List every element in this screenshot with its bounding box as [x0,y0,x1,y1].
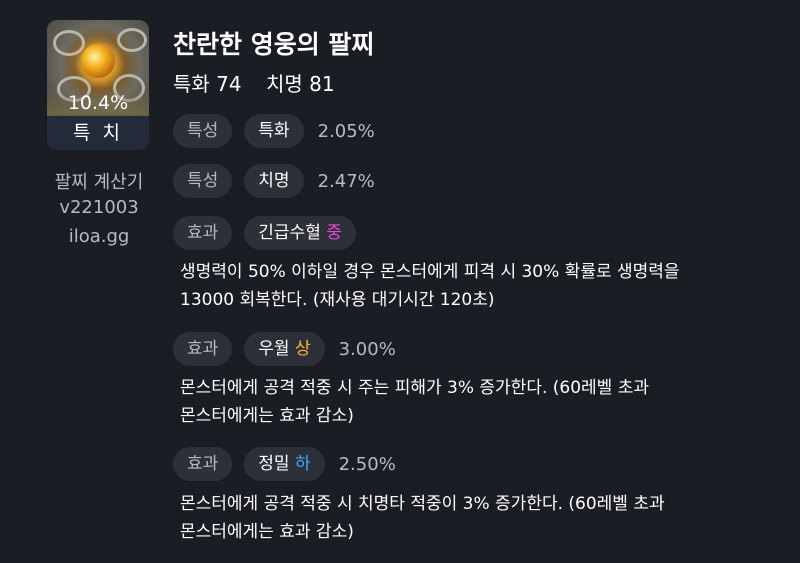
effect-description: 몬스터에게 공격 적중 시 주는 피해가 3% 증가한다. (60레벨 초과 몬… [180,374,790,430]
effect-description-line: 몬스터에게 공격 적중 시 주는 피해가 3% 증가한다. (60레벨 초과 [180,378,649,398]
row-type-tag: 효과 [173,216,233,250]
trait-chip[interactable]: 특화 [244,114,304,148]
effect-grade: 하 [294,454,311,474]
effect-row: 효과 정밀 하 2.50% [173,446,396,482]
effect-row: 효과 우월 상 3.00% [173,331,396,367]
effect-description-line: 몬스터에게는 효과 감소) [180,406,354,426]
calculator-site[interactable]: iloa.gg [30,226,168,247]
bracelet-tooltip: 10.4% 특 치 팔찌 계산기 v221003 iloa.gg 찬란한 영웅의… [0,0,800,563]
effect-name: 정밀 [258,454,290,474]
row-type-tag: 특성 [173,164,233,198]
effect-description-line: 13000 회복한다. (재사용 대기시간 120초) [180,290,495,310]
trait-value: 2.47% [317,170,375,192]
effect-grade: 상 [294,339,311,359]
effect-description: 몬스터에게 공격 적중 시 치명타 적중이 3% 증가한다. (60레벨 초과 … [180,490,790,546]
item-engrave-label: 특 치 [47,116,149,150]
item-percent: 10.4% [47,90,149,116]
trait-chip[interactable]: 치명 [244,164,304,198]
effect-value: 2.50% [338,453,396,475]
trait-value: 2.05% [317,120,375,142]
item-card[interactable]: 10.4% 특 치 [47,20,149,150]
effect-chip[interactable]: 정밀 하 [244,447,325,481]
effect-name: 긴급수혈 [258,223,321,243]
calculator-name: 팔찌 계산기 [54,172,144,193]
calculator-version: v221003 [59,197,139,218]
row-type-tag: 효과 [173,447,233,481]
trait-row: 특성 특화 2.05% [173,113,375,149]
effect-name: 우월 [258,339,290,359]
row-type-tag: 효과 [173,332,233,366]
effect-grade: 중 [326,223,342,243]
effect-value: 3.00% [338,338,396,360]
stat-specialization: 특화 74 [173,72,242,96]
effect-description-line: 생명력이 50% 이하일 경우 몬스터에게 피격 시 30% 확률로 생명력을 [180,262,680,282]
item-title: 찬란한 영웅의 팔찌 [173,30,375,59]
effect-description-line: 몬스터에게는 효과 감소) [180,522,354,542]
stat-crit: 치명 81 [265,72,335,96]
effect-chip[interactable]: 긴급수혈 중 [244,216,356,250]
effect-description-line: 몬스터에게 공격 적중 시 치명타 적중이 3% 증가한다. (60레벨 초과 [180,494,665,514]
row-type-tag: 특성 [173,114,233,148]
effect-row: 효과 긴급수혈 중 [173,215,370,251]
trait-row: 특성 치명 2.47% [173,163,375,199]
effect-description: 생명력이 50% 이하일 경우 몬스터에게 피격 시 30% 확률로 생명력을 … [180,258,790,314]
effect-chip[interactable]: 우월 상 [244,332,325,366]
item-stats: 특화 74 치명 81 [173,68,353,97]
